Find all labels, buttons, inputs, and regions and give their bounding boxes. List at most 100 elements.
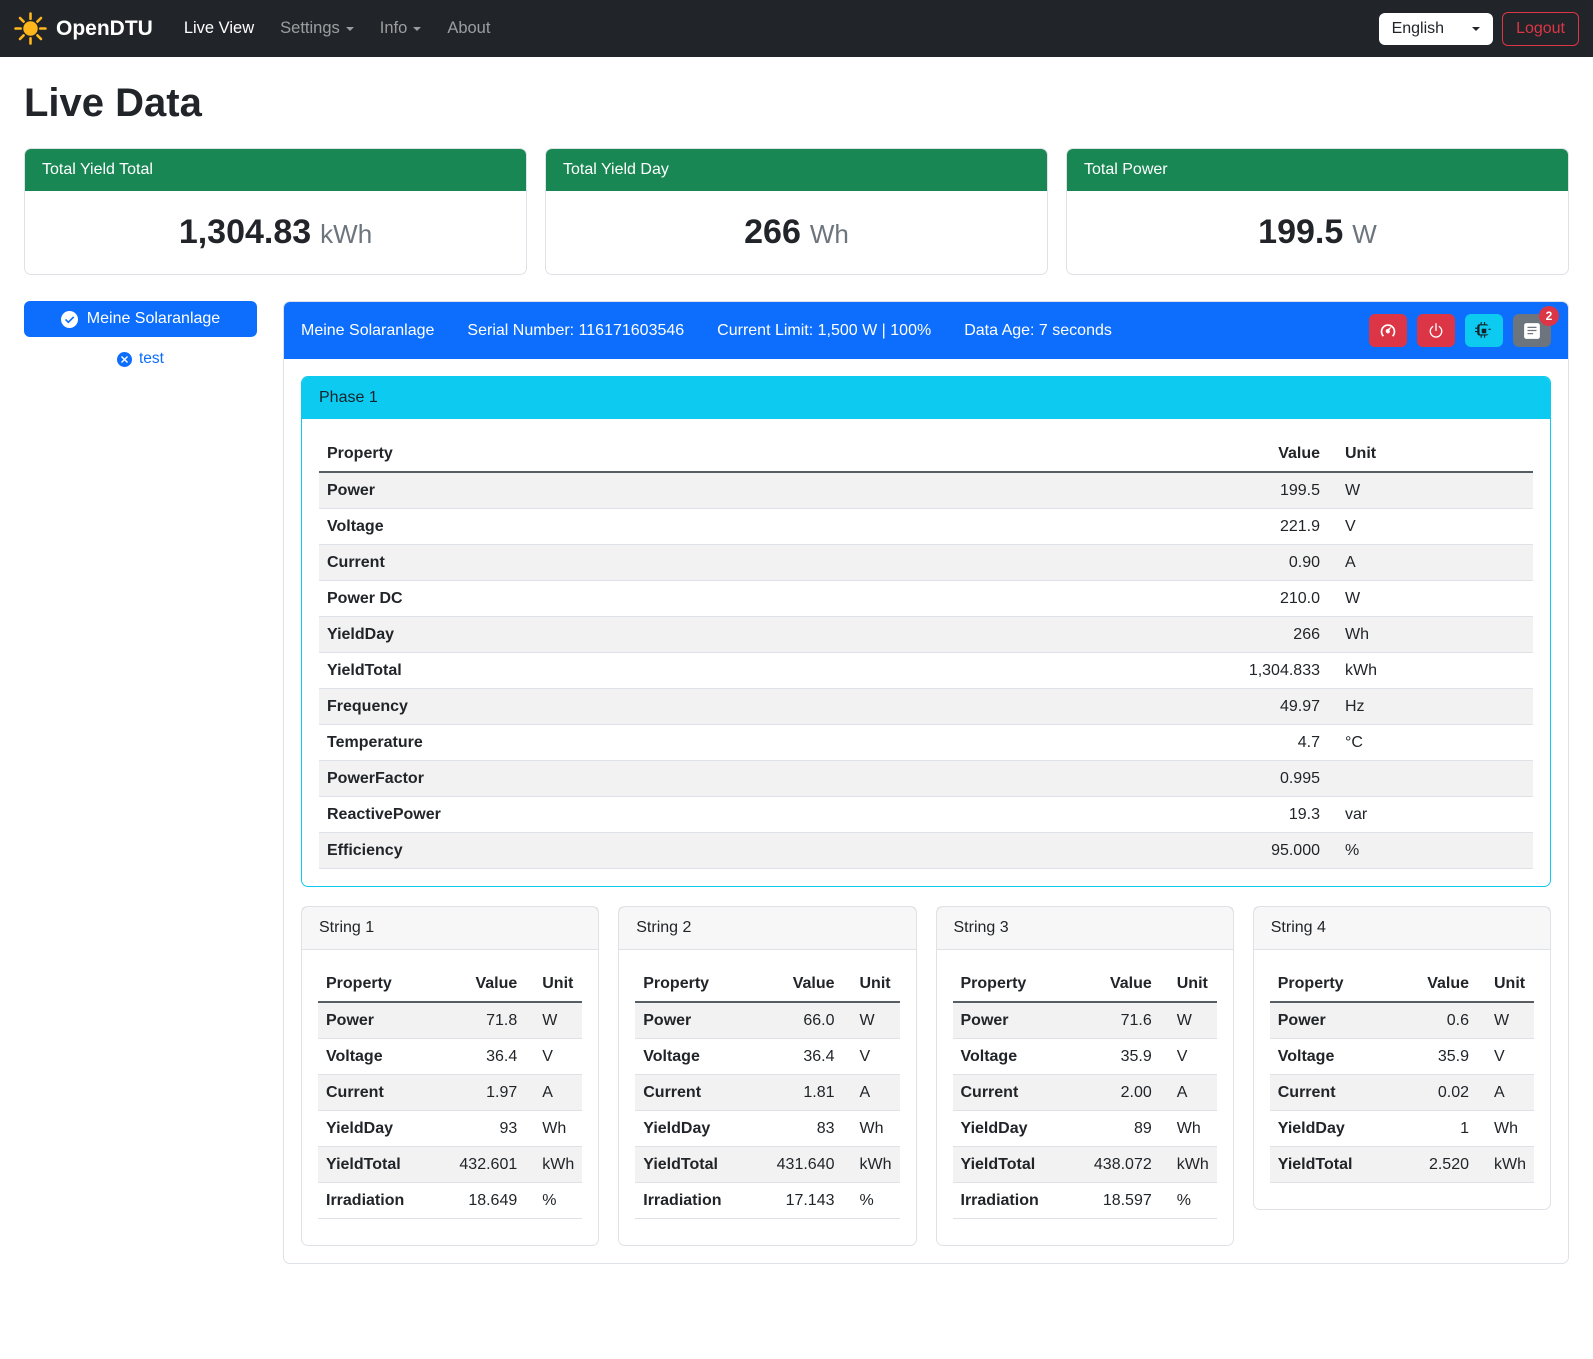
- table-row: YieldDay83Wh: [635, 1111, 899, 1147]
- unit-cell: kWh: [1477, 1147, 1534, 1183]
- string-card: String 2 Property Value Unit Power66.0WV…: [618, 906, 916, 1246]
- string-table-body: Power66.0WVoltage36.4VCurrent1.81AYieldD…: [635, 1002, 899, 1219]
- phase-card-body: Property Value Unit Power199.5WVoltage22…: [302, 419, 1550, 886]
- unit-cell: V: [1160, 1039, 1217, 1075]
- string-card-title: String 3: [937, 907, 1233, 950]
- value-cell: 35.9: [1391, 1039, 1477, 1075]
- event-log-button[interactable]: 2: [1513, 314, 1551, 347]
- logout-button[interactable]: Logout: [1502, 12, 1579, 46]
- nav-item-settings[interactable]: Settings: [267, 10, 367, 47]
- phase-table: Property Value Unit Power199.5WVoltage22…: [319, 436, 1533, 869]
- table-row: Efficiency95.000%: [319, 833, 1533, 869]
- string-card-body: Property Value Unit Power71.8WVoltage36.…: [302, 950, 598, 1245]
- navbar: OpenDTU Live View Settings Info About En…: [0, 0, 1593, 57]
- nav-item-info[interactable]: Info: [367, 10, 435, 47]
- unit-cell: [1328, 761, 1533, 797]
- value-cell: 36.4: [439, 1039, 525, 1075]
- table-row: Current1.97A: [318, 1075, 582, 1111]
- value-cell: 431.640: [757, 1147, 843, 1183]
- string-table-body: Power0.6WVoltage35.9VCurrent0.02AYieldDa…: [1270, 1002, 1534, 1183]
- table-row: YieldDay89Wh: [953, 1111, 1217, 1147]
- sidebar-item-test[interactable]: test: [24, 350, 257, 368]
- unit-cell: Wh: [843, 1111, 900, 1147]
- property-cell: Temperature: [319, 725, 1198, 761]
- table-row: YieldTotal431.640kWh: [635, 1147, 899, 1183]
- value-cell: 18.649: [439, 1183, 525, 1219]
- column-value: Value: [1391, 966, 1477, 1002]
- unit-cell: V: [1477, 1039, 1534, 1075]
- property-cell: Power: [635, 1002, 756, 1039]
- value-cell: 19.3: [1198, 797, 1328, 833]
- x-circle-icon: [117, 352, 132, 367]
- value-cell: 4.7: [1198, 725, 1328, 761]
- total-power-card: Total Power 199.5 W: [1066, 148, 1569, 275]
- device-info-button[interactable]: [1465, 314, 1503, 347]
- property-cell: YieldTotal: [635, 1147, 756, 1183]
- property-cell: YieldDay: [1270, 1111, 1391, 1147]
- unit-cell: kWh: [843, 1147, 900, 1183]
- total-power-value: 199.5: [1258, 213, 1343, 252]
- sidebar-item-meine-solaranlage[interactable]: Meine Solaranlage: [24, 301, 257, 337]
- unit-cell: %: [1328, 833, 1533, 869]
- content-row: Meine Solaranlage test Meine Solaranlage…: [24, 301, 1569, 1264]
- limit-settings-button[interactable]: [1369, 314, 1407, 347]
- event-count-badge: 2: [1539, 306, 1559, 326]
- string-card: String 1 Property Value Unit Power71.8WV…: [301, 906, 599, 1246]
- value-cell: 66.0: [757, 1002, 843, 1039]
- inverter-panel-body: Phase 1 Property Value Unit Power199.5WV…: [284, 359, 1568, 1263]
- nav-item-live-view[interactable]: Live View: [171, 10, 267, 47]
- string-table: Property Value Unit Power66.0WVoltage36.…: [635, 966, 899, 1219]
- column-property: Property: [635, 966, 756, 1002]
- table-row: Power71.8W: [318, 1002, 582, 1039]
- unit-cell: A: [1477, 1075, 1534, 1111]
- unit-cell: V: [525, 1039, 582, 1075]
- unit-cell: Wh: [1160, 1111, 1217, 1147]
- table-row: Power0.6W: [1270, 1002, 1534, 1039]
- unit-cell: var: [1328, 797, 1533, 833]
- string-card: String 4 Property Value Unit Power0.6WVo…: [1253, 906, 1551, 1210]
- value-cell: 89: [1074, 1111, 1160, 1147]
- strings-row: String 1 Property Value Unit Power71.8WV…: [301, 906, 1551, 1246]
- unit-cell: Hz: [1328, 689, 1533, 725]
- value-cell: 95.000: [1198, 833, 1328, 869]
- property-cell: Voltage: [318, 1039, 439, 1075]
- column-property: Property: [318, 966, 439, 1002]
- table-row: YieldDay93Wh: [318, 1111, 582, 1147]
- nav-item-about[interactable]: About: [434, 10, 503, 47]
- inverter-name-label: test: [139, 350, 164, 368]
- value-cell: 0.02: [1391, 1075, 1477, 1111]
- unit-cell: kWh: [1160, 1147, 1217, 1183]
- table-row: YieldDay1Wh: [1270, 1111, 1534, 1147]
- language-select[interactable]: English: [1379, 13, 1493, 45]
- table-row: Voltage36.4V: [318, 1039, 582, 1075]
- table-row: Voltage36.4V: [635, 1039, 899, 1075]
- table-header: Property Value Unit: [635, 966, 899, 1002]
- table-row: Power66.0W: [635, 1002, 899, 1039]
- column-property: Property: [953, 966, 1074, 1002]
- table-row: Power199.5W: [319, 472, 1533, 509]
- value-cell: 93: [439, 1111, 525, 1147]
- property-cell: Voltage: [953, 1039, 1074, 1075]
- value-cell: 2.00: [1074, 1075, 1160, 1111]
- page-title: Live Data: [24, 81, 1569, 126]
- unit-cell: %: [1160, 1183, 1217, 1219]
- table-row: YieldTotal2.520kWh: [1270, 1147, 1534, 1183]
- unit-cell: A: [525, 1075, 582, 1111]
- brand[interactable]: OpenDTU: [14, 12, 153, 45]
- table-header: Property Value Unit: [318, 966, 582, 1002]
- table-row: YieldTotal438.072kWh: [953, 1147, 1217, 1183]
- table-row: Current1.81A: [635, 1075, 899, 1111]
- property-cell: YieldDay: [953, 1111, 1074, 1147]
- property-cell: YieldTotal: [1270, 1147, 1391, 1183]
- property-cell: YieldDay: [319, 617, 1198, 653]
- unit-cell: V: [843, 1039, 900, 1075]
- unit-cell: kWh: [1328, 653, 1533, 689]
- phase-table-body: Power199.5WVoltage221.9VCurrent0.90APowe…: [319, 472, 1533, 869]
- power-button[interactable]: [1417, 314, 1455, 347]
- property-cell: Efficiency: [319, 833, 1198, 869]
- string-card-body: Property Value Unit Power71.6WVoltage35.…: [937, 950, 1233, 1245]
- value-cell: 49.97: [1198, 689, 1328, 725]
- value-cell: 18.597: [1074, 1183, 1160, 1219]
- unit-cell: °C: [1328, 725, 1533, 761]
- navbar-right: English Logout: [1379, 12, 1579, 46]
